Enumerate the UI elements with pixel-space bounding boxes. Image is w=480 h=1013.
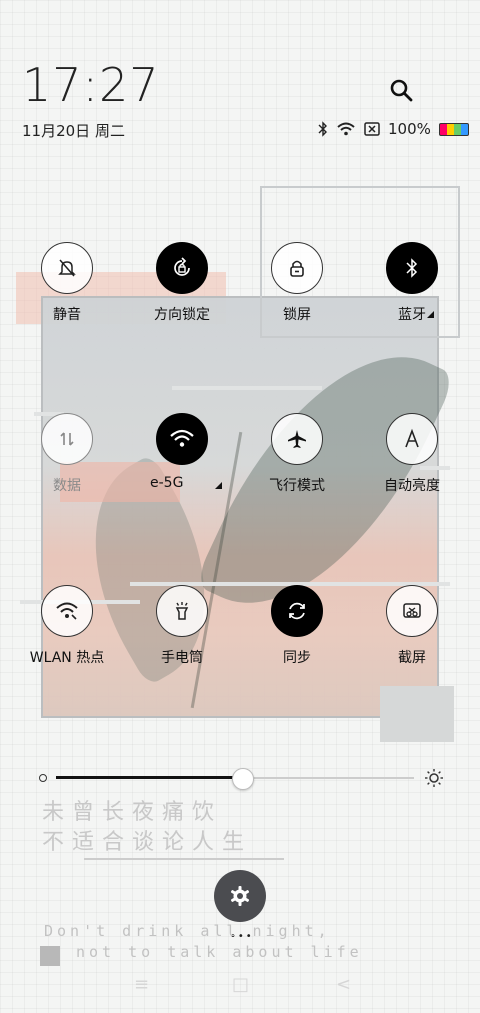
hotspot-icon — [41, 585, 93, 637]
tile-label: 手电筒 — [161, 650, 203, 666]
wallpaper-decoration — [380, 686, 454, 742]
tile-sync[interactable]: 同步 — [237, 585, 357, 667]
tile-label: 锁屏 — [283, 307, 311, 323]
wallpaper-poem-line: 未曾长夜痛饮 — [42, 800, 223, 825]
bluetooth-status-icon — [318, 121, 327, 137]
tile-rotation-lock[interactable]: 方向锁定 — [122, 242, 242, 324]
airplane-icon — [271, 413, 323, 465]
clock-time: 17:27 — [22, 58, 160, 112]
tile-label: 截屏 — [398, 650, 426, 666]
nav-menu-button[interactable]: ≡ — [134, 974, 149, 995]
battery-percent: 100% — [388, 120, 431, 138]
tile-label: 数据 — [53, 478, 81, 494]
tile-airplane-mode[interactable]: 飞行模式 — [237, 413, 357, 495]
tile-label: WLAN 热点 — [29, 650, 105, 666]
lock-icon — [271, 242, 323, 294]
mobile-data-icon — [41, 413, 93, 465]
tile-label: 自动亮度 — [384, 478, 440, 494]
tile-label: 飞行模式 — [269, 478, 325, 494]
expand-corner-icon — [215, 482, 222, 489]
brightness-slider[interactable] — [38, 766, 444, 790]
tile-label: 方向锁定 — [154, 307, 210, 323]
status-bar: 100% — [318, 120, 469, 138]
tile-label: 蓝牙 — [398, 307, 426, 323]
slider-knob[interactable] — [232, 768, 255, 790]
tile-silent[interactable]: 静音 — [7, 242, 127, 324]
tile-auto-brightness[interactable]: 自动亮度 — [352, 413, 472, 495]
tile-flashlight[interactable]: 手电筒 — [122, 585, 242, 667]
slider-fill — [56, 776, 243, 779]
tile-mobile-data[interactable]: 数据 — [7, 413, 127, 495]
wifi-status-icon — [337, 122, 355, 136]
tile-screenshot[interactable]: 截屏 — [352, 585, 472, 667]
tile-wifi[interactable]: e-5G — [122, 413, 242, 491]
settings-button[interactable] — [214, 870, 266, 922]
gear-icon — [230, 886, 250, 906]
sync-icon — [271, 585, 323, 637]
wallpaper-english-line: Don't drink all night, — [44, 922, 331, 940]
wifi-icon — [156, 413, 208, 465]
brightness-low-icon — [39, 774, 47, 782]
tile-lock-screen[interactable]: 锁屏 — [237, 242, 357, 324]
screenshot-icon — [386, 585, 438, 637]
rotation-lock-icon — [156, 242, 208, 294]
flashlight-icon — [156, 585, 208, 637]
wallpaper-glitch — [172, 386, 322, 390]
battery-icon — [438, 122, 469, 136]
wallpaper-poem-line: 不适合谈论人生 — [42, 830, 253, 855]
brightness-high-icon — [425, 769, 443, 787]
expand-corner-icon — [427, 311, 434, 318]
nav-back-button[interactable]: < — [336, 974, 351, 995]
tile-label: 同步 — [283, 650, 311, 666]
wallpaper-english-line: not to talk about life — [76, 943, 363, 961]
wallpaper-decoration — [40, 946, 60, 966]
auto-brightness-icon — [386, 413, 438, 465]
tile-label: 静音 — [53, 307, 81, 323]
search-icon[interactable] — [388, 77, 414, 103]
tile-hotspot[interactable]: WLAN 热点 — [7, 585, 127, 667]
no-sim-icon — [364, 122, 380, 136]
bluetooth-icon — [386, 242, 438, 294]
nav-home-button[interactable]: □ — [232, 974, 249, 995]
tile-bluetooth[interactable]: 蓝牙 — [352, 242, 472, 324]
wallpaper-divider — [84, 858, 284, 860]
clock-date: 11月20日 周二 — [22, 122, 125, 140]
bell-off-icon — [41, 242, 93, 294]
tile-label: e-5G — [150, 475, 184, 491]
